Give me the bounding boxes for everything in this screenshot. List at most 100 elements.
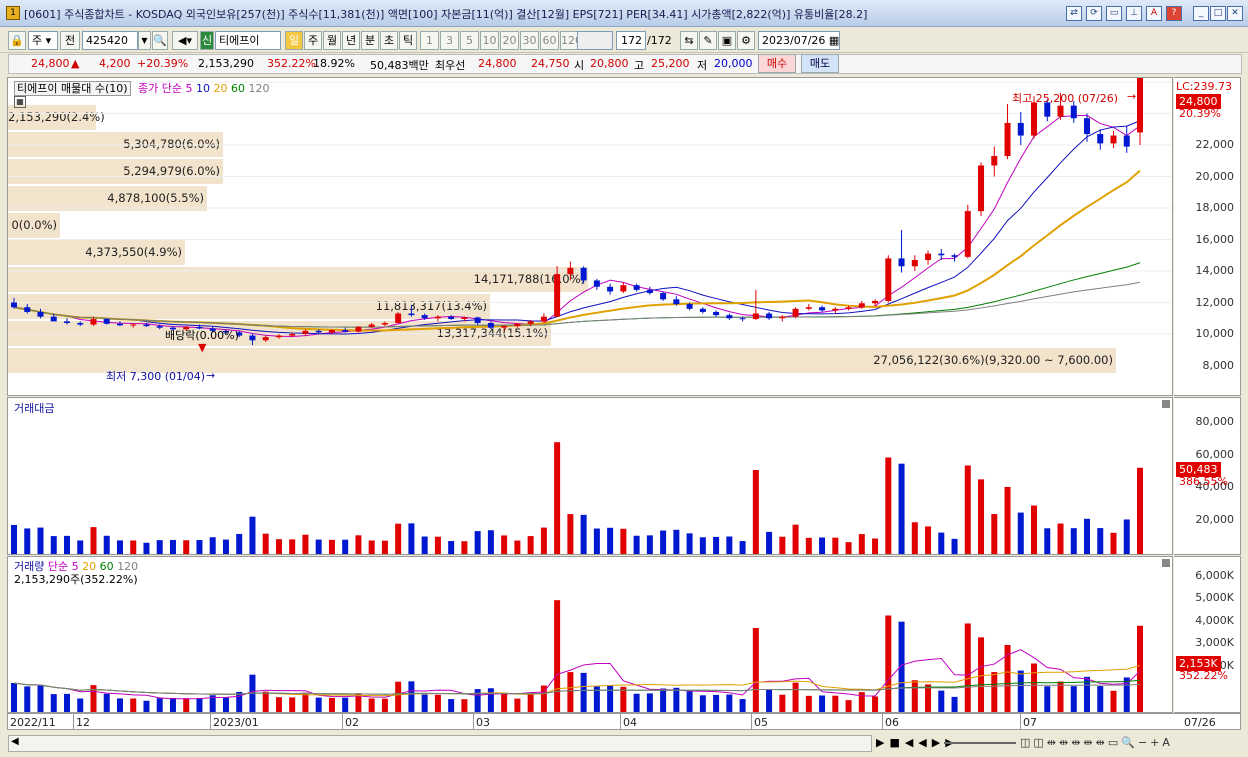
- period-tab-분[interactable]: 분: [361, 31, 379, 50]
- amount-bar: [646, 535, 653, 554]
- volume-bar: [302, 692, 309, 712]
- interval-tab-5[interactable]: 5: [460, 31, 479, 50]
- screen-icon[interactable]: ▭: [1106, 6, 1122, 21]
- high-note: 최고 25,200 (07/26): [1012, 92, 1119, 105]
- volume-bar: [779, 694, 786, 712]
- amount-bar: [726, 536, 733, 554]
- link-icon[interactable]: ⇄: [1066, 6, 1082, 21]
- amount-bar: [103, 535, 110, 554]
- amount-bar: [236, 533, 243, 554]
- amount-chart-panel[interactable]: 거래대금: [7, 397, 1173, 555]
- candle-body: [845, 307, 852, 309]
- y-tick: 80,000: [1195, 415, 1235, 428]
- code-input[interactable]: 425420: [82, 31, 138, 50]
- interval-tab-10[interactable]: 10: [480, 31, 499, 50]
- amount-bar: [898, 463, 905, 554]
- amount-bar: [1004, 486, 1011, 554]
- volume-bar: [63, 693, 70, 712]
- y-tick: 3,000K: [1195, 636, 1234, 650]
- horizontal-scrollbar[interactable]: [8, 735, 872, 752]
- interval-tab-3[interactable]: 3: [440, 31, 459, 50]
- best-bid: 24,750: [531, 57, 570, 70]
- volume-bar: [713, 694, 720, 712]
- y-tick: 20,000: [1195, 512, 1235, 526]
- dropdown-icon[interactable]: ▼: [138, 31, 151, 50]
- volume-bar: [315, 697, 322, 712]
- x-tick-label: 02: [345, 716, 359, 729]
- speaker-icon[interactable]: ◀▾: [172, 31, 198, 50]
- low-label: 저: [697, 59, 708, 72]
- y-tick: 60,000: [1195, 447, 1235, 461]
- amount-bar: [1044, 528, 1051, 554]
- interval-tab-20[interactable]: 20: [500, 31, 519, 50]
- quote-change: 4,200: [99, 57, 131, 70]
- prev-button[interactable]: 전: [60, 31, 80, 50]
- scroll-left-icon[interactable]: ◀: [11, 736, 19, 747]
- volume-bar: [501, 693, 508, 712]
- candle-body: [90, 319, 97, 325]
- volume-bar: [739, 699, 746, 712]
- volume-bar: [1137, 625, 1143, 712]
- period-tab-년[interactable]: 년: [342, 31, 360, 50]
- x-tick-mark: [342, 714, 343, 729]
- candle-body: [938, 253, 945, 256]
- volume-bar: [792, 682, 799, 712]
- amount-bar: [858, 534, 865, 554]
- volume-bar: [381, 698, 388, 712]
- x-tick-label: 2023/01: [213, 716, 259, 729]
- period-tab-월[interactable]: 월: [323, 31, 341, 50]
- settings-icon[interactable]: ⚙: [737, 31, 755, 50]
- panel-close-icon[interactable]: [1162, 559, 1170, 567]
- buy-button[interactable]: 매수: [758, 54, 796, 73]
- quote-change-pct: +20.39%: [137, 57, 189, 70]
- candle-body: [1137, 78, 1143, 133]
- candle-body: [832, 308, 839, 311]
- sell-button[interactable]: 매도: [801, 54, 839, 73]
- lock-icon[interactable]: 🔒: [8, 31, 26, 50]
- ma-line-60: [13, 262, 1141, 328]
- type-select[interactable]: 주 ▾: [28, 31, 58, 50]
- interval-tab-30[interactable]: 30: [520, 31, 539, 50]
- period-tab-초[interactable]: 초: [380, 31, 398, 50]
- candle-body: [964, 211, 971, 257]
- x-tick-label: 2022/11: [10, 716, 56, 729]
- period-tab-일[interactable]: 일: [285, 31, 303, 50]
- grid-icon[interactable]: ▦: [14, 96, 26, 108]
- y-tick: 18,000: [1195, 201, 1235, 214]
- period-tab-틱[interactable]: 틱: [399, 31, 417, 50]
- volume-bar: [964, 623, 971, 712]
- count-input[interactable]: 172: [616, 31, 646, 50]
- save-icon[interactable]: ▣: [718, 31, 736, 50]
- quote-amount: 50,483백만: [370, 59, 429, 72]
- minimize-button[interactable]: _: [1193, 6, 1209, 21]
- amount-bar: [713, 536, 720, 554]
- volume-bar: [116, 698, 123, 712]
- amount-bar: [461, 541, 468, 554]
- date-input[interactable]: 2023/07/26 ▦: [758, 31, 840, 50]
- interval-tab-1[interactable]: 1: [420, 31, 439, 50]
- x-axis: 2022/11 12 2023/01 02 03 04 05 06 07 07/26: [7, 713, 1241, 730]
- amount-bar: [964, 465, 971, 554]
- interval-tab-60[interactable]: 60: [540, 31, 559, 50]
- price-chart-panel[interactable]: 2,153,290(2.4%) 5,304,780(6.0%) 5,294,979(…: [7, 77, 1173, 396]
- zoom-slider[interactable]: [944, 742, 1016, 744]
- candle-body: [686, 304, 693, 309]
- candle-body: [103, 319, 110, 324]
- refresh-icon[interactable]: ⟳: [1086, 6, 1102, 21]
- interval-input[interactable]: [577, 31, 613, 50]
- candle-body: [24, 307, 31, 312]
- close-button[interactable]: ✕: [1227, 6, 1243, 21]
- help-icon[interactable]: ?: [1166, 6, 1182, 21]
- search-icon[interactable]: 🔍: [152, 31, 168, 50]
- panel-close-icon[interactable]: [1162, 400, 1170, 408]
- volume-chart-panel[interactable]: 거래량 단순 5 20 60 120 2,153,290주(352.22%): [7, 556, 1173, 713]
- volume-ma-line-120: [13, 682, 1141, 695]
- maximize-button[interactable]: □: [1210, 6, 1226, 21]
- volume-bar: [911, 680, 918, 712]
- font-icon[interactable]: A: [1146, 6, 1162, 21]
- drawing-tools-icons[interactable]: ◫◫⇹⇹⇹⇹⇹▭🔍−+A: [1020, 736, 1173, 749]
- arrows-icon[interactable]: ⇆: [680, 31, 698, 50]
- chart-tool-icon[interactable]: ✎: [699, 31, 717, 50]
- period-tab-주[interactable]: 주: [304, 31, 322, 50]
- pin-icon[interactable]: ⊥: [1126, 6, 1142, 21]
